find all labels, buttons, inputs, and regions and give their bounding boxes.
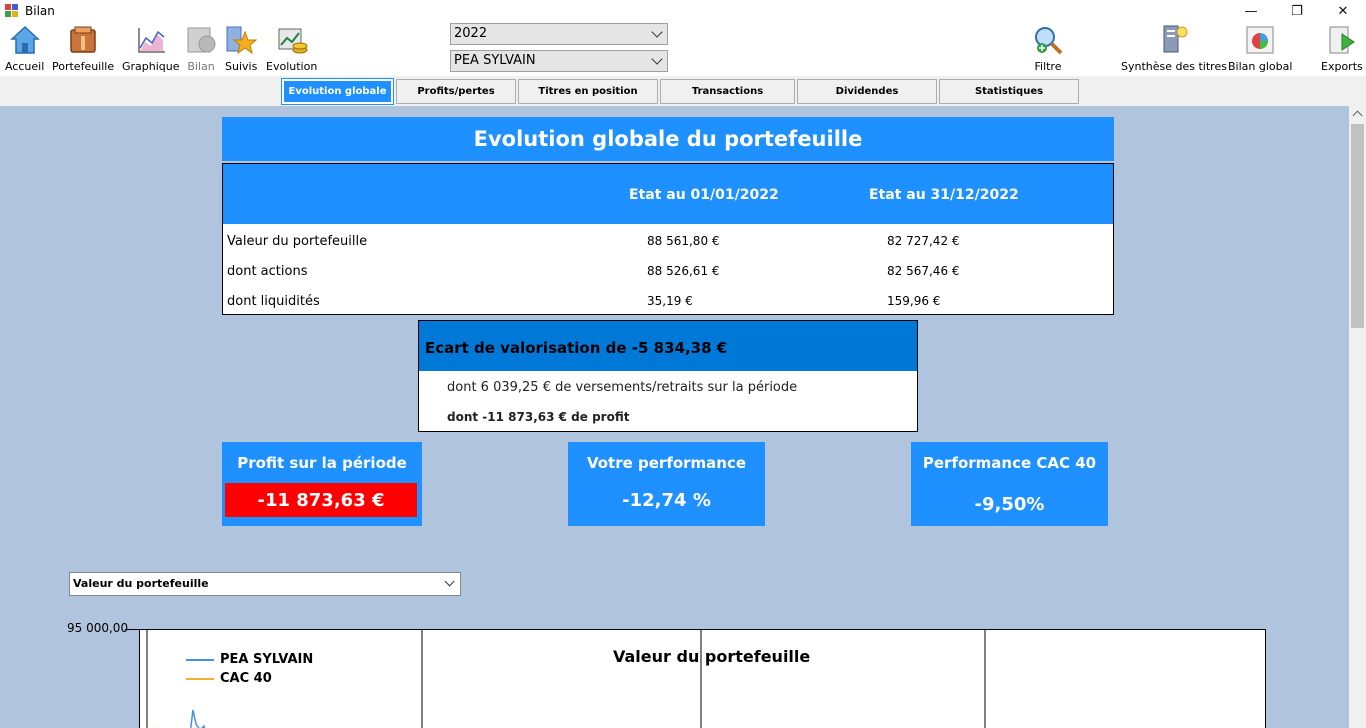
global-report-icon xyxy=(1246,26,1274,54)
title-bar: Bilan — ❐ ✕ xyxy=(0,0,1366,22)
legend-swatch xyxy=(186,677,214,680)
tab-dividendes[interactable]: Dividendes xyxy=(797,79,937,104)
profit-card: Profit sur la période -11 873,63 € xyxy=(222,442,422,526)
exports-label: Exports xyxy=(1321,60,1363,73)
ecart-profit: dont -11 873,63 € de profit xyxy=(447,410,630,424)
synthese-button[interactable]: Synthèse des titres xyxy=(1121,24,1227,73)
performance-card: Votre performance -12,74 % xyxy=(568,442,765,526)
table-row: dont actions 88 526,61 € 82 567,46 € xyxy=(223,256,1113,286)
tab-profits-pertes[interactable]: Profits/pertes xyxy=(396,79,516,104)
scroll-up-icon[interactable] xyxy=(1352,110,1363,121)
exports-button[interactable]: Exports xyxy=(1321,24,1363,73)
portefeuille-button[interactable]: Portefeuille xyxy=(52,24,114,73)
performance-value: -12,74 % xyxy=(622,490,711,511)
series-line-pea-sylvain xyxy=(189,709,206,728)
evolution-icon xyxy=(278,28,308,54)
chart-icon xyxy=(138,28,165,53)
y-axis-top-label: 95 000,00 xyxy=(67,621,129,635)
portfolio-select[interactable]: PEA SYLVAIN xyxy=(450,50,668,72)
legend-item-cac40: CAC 40 xyxy=(186,671,272,686)
table-row: dont liquidités 35,19 € 159,96 € xyxy=(223,286,1113,316)
tab-statistiques[interactable]: Statistiques xyxy=(939,79,1079,104)
tab-titres-en-position[interactable]: Titres en position xyxy=(518,79,658,104)
app-icon xyxy=(5,4,19,18)
row-value-start: 88 526,61 € xyxy=(647,264,720,278)
toolbar: Accueil Portefeuille Graphique Bilan Sui… xyxy=(0,22,1366,76)
accueil-button[interactable]: Accueil xyxy=(5,24,44,73)
evolution-label: Evolution xyxy=(266,60,318,73)
chart-metric-value: Valeur du portefeuille xyxy=(73,577,209,590)
suivis-button[interactable]: Suivis xyxy=(225,24,257,73)
row-value-end: 159,96 € xyxy=(887,294,941,308)
y-axis-tick xyxy=(125,629,139,630)
etat-table: Etat au 01/01/2022 Etat au 31/12/2022 Va… xyxy=(222,163,1114,315)
tab-transactions[interactable]: Transactions xyxy=(660,79,795,104)
tab-bar: Evolution globale Profits/pertes Titres … xyxy=(0,76,1366,106)
page-title: Evolution globale du portefeuille xyxy=(222,117,1114,161)
legend-swatch xyxy=(186,658,214,661)
table-row: Valeur du portefeuille 88 561,80 € 82 72… xyxy=(223,226,1113,256)
chevron-down-icon xyxy=(651,26,663,38)
bilan-button[interactable]: Bilan xyxy=(185,24,217,73)
cac40-card: Performance CAC 40 -9,50% xyxy=(911,442,1108,526)
cac40-label: Performance CAC 40 xyxy=(922,454,1097,472)
etat-table-header: Etat au 01/01/2022 Etat au 31/12/2022 xyxy=(223,164,1113,224)
legend-label: CAC 40 xyxy=(220,671,272,686)
star-icon xyxy=(226,26,258,55)
row-value-end: 82 567,46 € xyxy=(887,264,960,278)
chevron-down-icon xyxy=(444,576,455,587)
legend-item-pea-sylvain: PEA SYLVAIN xyxy=(186,652,313,667)
year-select-value: 2022 xyxy=(454,26,488,41)
chart-area xyxy=(139,629,1266,728)
graphique-button[interactable]: Graphique xyxy=(122,24,180,73)
accueil-label: Accueil xyxy=(5,60,45,73)
home-icon xyxy=(9,25,40,54)
ecart-versements: dont 6 039,25 € de versements/retraits s… xyxy=(447,380,798,395)
balance-icon xyxy=(187,27,216,53)
performance-label: Votre performance xyxy=(586,454,747,472)
row-value-start: 35,19 € xyxy=(647,294,693,308)
filtre-button[interactable]: Filtre xyxy=(1032,24,1064,73)
content-area: Evolution globale du portefeuille Etat a… xyxy=(0,106,1349,728)
legend-label: PEA SYLVAIN xyxy=(220,652,314,667)
etat-col-start: Etat au 01/01/2022 xyxy=(629,187,779,203)
close-button[interactable]: ✕ xyxy=(1320,0,1366,22)
portfolio-icon xyxy=(70,26,96,53)
filter-icon xyxy=(1035,27,1063,55)
scrollbar-thumb[interactable] xyxy=(1351,124,1364,328)
portefeuille-label: Portefeuille xyxy=(52,60,115,73)
ecart-panel: Ecart de valorisation de -5 834,38 € don… xyxy=(418,320,918,432)
chevron-down-icon xyxy=(651,53,663,65)
etat-col-end: Etat au 31/12/2022 xyxy=(869,187,1019,203)
export-icon xyxy=(1329,26,1355,54)
synthese-label: Synthèse des titres xyxy=(1121,60,1227,73)
profit-value: -11 873,63 € xyxy=(225,483,417,517)
tab-evolution-globale[interactable]: Evolution globale xyxy=(281,78,394,105)
graphique-label: Graphique xyxy=(122,60,180,73)
minimize-button[interactable]: — xyxy=(1228,0,1274,22)
window-title: Bilan xyxy=(25,4,55,18)
profit-label: Profit sur la période xyxy=(237,454,407,472)
chart-plot xyxy=(146,630,986,728)
restore-button[interactable]: ❐ xyxy=(1274,0,1320,22)
bilan-global-label: Bilan global xyxy=(1228,60,1293,73)
row-label: Valeur du portefeuille xyxy=(227,234,368,249)
chart-metric-select[interactable]: Valeur du portefeuille xyxy=(69,572,461,596)
suivis-label: Suivis xyxy=(225,60,258,73)
row-label: dont actions xyxy=(227,264,308,279)
row-label: dont liquidités xyxy=(227,294,320,309)
bilan-label: Bilan xyxy=(187,60,215,73)
cac40-value: -9,50% xyxy=(974,494,1045,515)
bilan-global-button[interactable]: Bilan global xyxy=(1228,24,1292,73)
portfolio-select-value: PEA SYLVAIN xyxy=(454,53,536,68)
vertical-scrollbar[interactable] xyxy=(1349,106,1366,728)
year-select[interactable]: 2022 xyxy=(450,23,668,45)
chart-title: Valeur du portefeuille xyxy=(613,647,811,666)
ecart-title: Ecart de valorisation de -5 834,38 € xyxy=(419,321,917,371)
row-value-start: 88 561,80 € xyxy=(647,234,720,248)
summary-icon xyxy=(1163,25,1188,53)
row-value-end: 82 727,42 € xyxy=(887,234,960,248)
filtre-label: Filtre xyxy=(1034,60,1062,73)
evolution-button[interactable]: Evolution xyxy=(266,24,317,73)
